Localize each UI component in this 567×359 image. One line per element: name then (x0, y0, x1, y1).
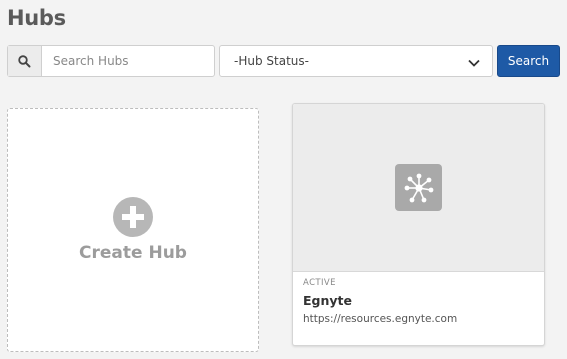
hub-info: ACTIVE Egnyte https://resources.egnyte.c… (293, 272, 544, 331)
hub-thumbnail (293, 104, 544, 272)
search-group (7, 45, 215, 77)
search-button[interactable]: Search (497, 45, 560, 77)
hub-status-select[interactable]: -Hub Status- (219, 45, 493, 77)
create-hub-card[interactable]: Create Hub (7, 108, 259, 352)
hub-status-badge: ACTIVE (303, 278, 336, 288)
hub-name: Egnyte (303, 293, 352, 308)
search-input[interactable] (42, 46, 214, 76)
hub-url: https://resources.egnyte.com (303, 313, 458, 325)
chevron-down-icon (468, 52, 480, 71)
create-hub-label: Create Hub (79, 243, 187, 263)
hub-network-icon (395, 164, 442, 211)
plus-circle-icon (113, 197, 153, 237)
hub-status-select-value: -Hub Status- (234, 54, 309, 68)
hub-card[interactable]: ACTIVE Egnyte https://resources.egnyte.c… (292, 103, 545, 346)
search-icon[interactable] (8, 46, 42, 76)
page-title: Hubs (7, 6, 66, 30)
